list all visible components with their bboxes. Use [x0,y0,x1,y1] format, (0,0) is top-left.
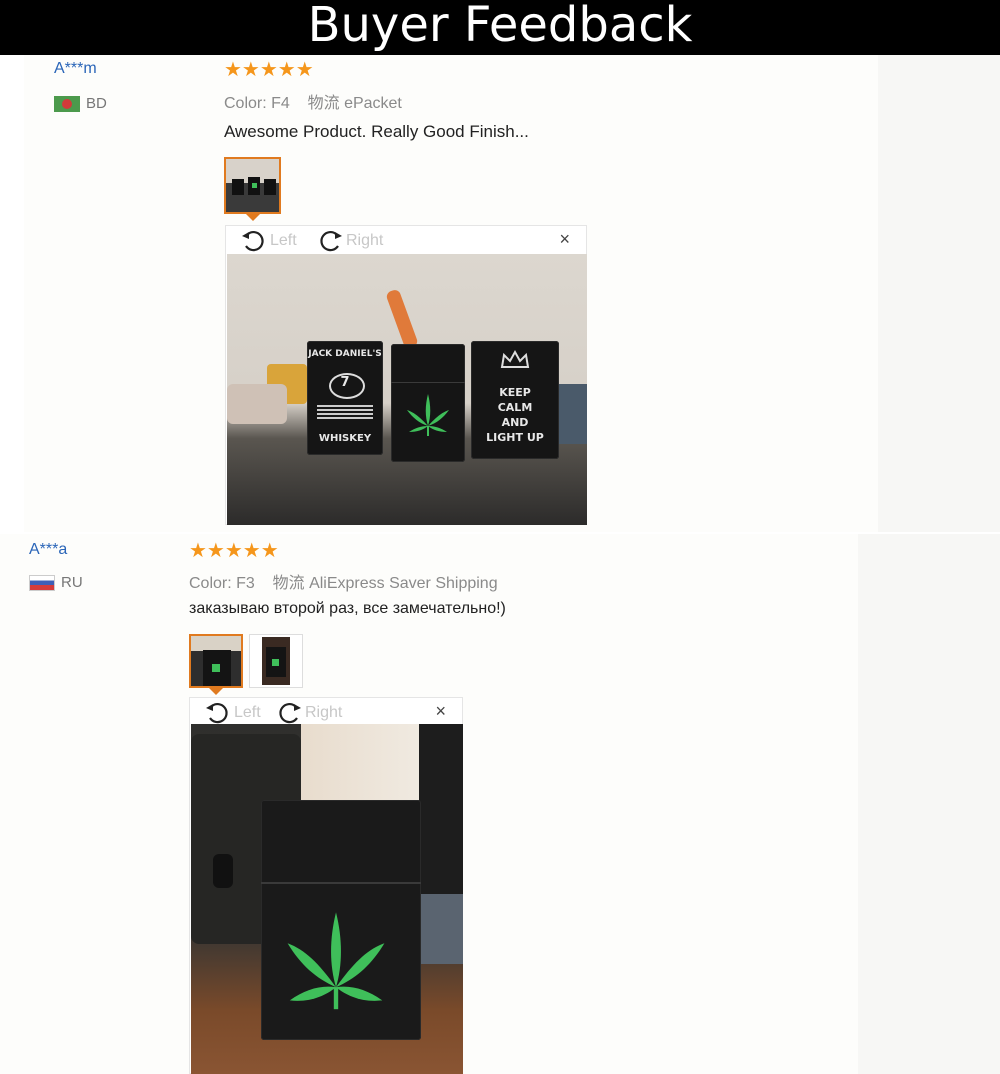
rotate-left-button[interactable]: Left [240,228,297,254]
review-meta: Color: F3 物流 AliExpress Saver Shipping [189,569,498,593]
box-label: JACK DANIEL'S [308,349,382,359]
banner-title: Buyer Feedback [307,0,693,53]
photo-viewer: Left Right × JACK DANIEL'S 7 WHISKEY KEE… [225,225,587,525]
product-box: KEEP CALM AND LIGHT UP [471,341,559,459]
box-label: WHISKEY [318,433,372,444]
thumbnail-pointer [209,688,223,695]
rotate-right-button[interactable]: Right [316,228,383,254]
review-photo-thumbnail[interactable] [189,634,243,688]
review-comment: заказываю второй раз, все замечательно!) [189,600,506,617]
review-country: BD [54,95,107,112]
review-photo-thumbnail[interactable] [224,157,281,214]
russia-flag-icon [29,574,55,591]
product-box [391,344,465,462]
thumbnail-pointer [246,214,260,221]
country-code: BD [86,95,107,112]
box-label: 7 [340,375,350,390]
rotate-left-label: Left [234,704,261,721]
color-value: F4 [271,95,290,112]
review-photo [191,724,463,1074]
review-country: RU [29,574,83,591]
product-box [261,800,421,1040]
review-meta: Color: F4 物流 ePacket [224,89,402,113]
bangladesh-flag-icon [54,95,80,112]
viewer-toolbar: Left Right × [190,698,462,726]
page-margin [858,534,1000,1074]
review-username[interactable]: A***a [29,541,67,559]
star-rating: ★★★★★ [189,540,279,562]
product-box: JACK DANIEL'S 7 WHISKEY [307,341,383,455]
viewer-toolbar: Left Right × [226,226,586,254]
rotate-right-icon [279,703,301,724]
star-rating: ★★★★★ [224,59,314,81]
review-photo-thumbnail[interactable] [249,634,303,688]
shipping-value: AliExpress Saver Shipping [309,575,498,592]
close-viewer-button[interactable]: × [435,701,446,722]
shipping-label: 物流 [272,575,305,592]
banner: Buyer Feedback [0,0,1000,55]
shipping-label: 物流 [307,95,340,112]
color-label: Color: [189,575,232,592]
photo-viewer: Left Right × [189,697,463,1074]
shipping-value: ePacket [344,95,402,112]
review-comment: Awesome Product. Really Good Finish... [224,122,529,141]
rotate-right-label: Right [305,704,343,721]
review-username[interactable]: A***m [54,60,97,78]
rotate-left-icon [242,231,264,252]
review-photo: JACK DANIEL'S 7 WHISKEY KEEP CALM AND LI… [227,254,587,525]
rotate-left-label: Left [270,232,297,249]
country-code: RU [61,574,83,591]
page-margin [878,55,1000,532]
cannabis-leaf-icon [407,394,449,436]
color-value: F3 [236,575,255,592]
rotate-right-icon [320,231,342,252]
rotate-left-button[interactable]: Left [204,700,261,726]
box-label: KEEP CALM AND LIGHT UP [486,386,544,444]
crown-icon [500,349,530,368]
color-label: Color: [224,95,267,112]
rotate-right-button[interactable]: Right [275,700,342,726]
rotate-left-icon [206,703,228,724]
rotate-right-label: Right [346,232,384,249]
cannabis-leaf-icon [287,912,385,1010]
close-viewer-button[interactable]: × [559,229,570,250]
